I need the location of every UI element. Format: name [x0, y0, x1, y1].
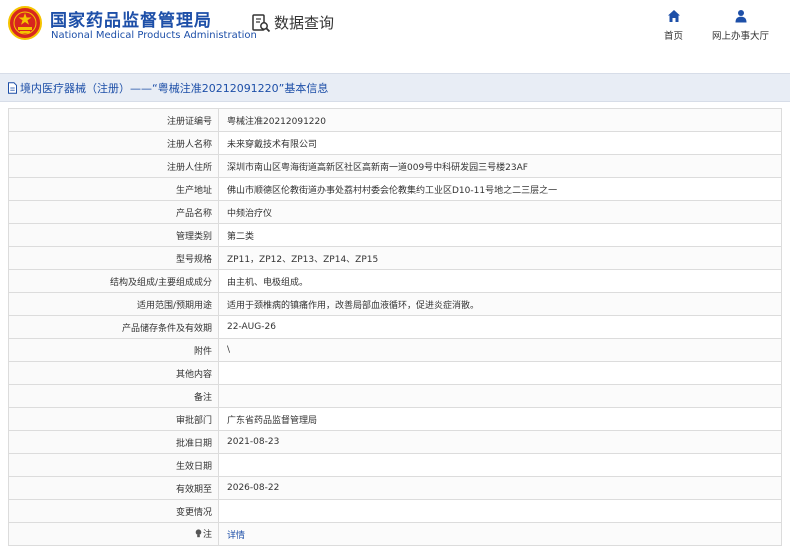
- row-value: 由主机、电极组成。: [218, 269, 782, 293]
- nav-online-service-hall-label: 网上办事大厅: [712, 31, 770, 42]
- row-label: 批准日期: [8, 430, 219, 454]
- row-label: 变更情况: [8, 499, 219, 523]
- row-value: 2026-08-22: [218, 476, 782, 500]
- details-link[interactable]: 详情: [227, 531, 245, 541]
- table-row: 注册人住所 深圳市南山区粤海街道高新区社区高新南一道009号中科研发园三号楼23A…: [8, 154, 782, 178]
- row-label: 附件: [8, 338, 219, 362]
- row-label: 注册人住所: [8, 154, 219, 178]
- table-row: 生效日期: [8, 453, 782, 477]
- table-row: 注册人名称 未来穿戴技术有限公司: [8, 131, 782, 155]
- row-label: 有效期至: [8, 476, 219, 500]
- row-value: 佛山市顺德区伦教街道办事处荔村村委会伦教集约工业区D10-11号地之二三层之一: [218, 177, 782, 201]
- row-value: 适用于颈椎病的镇痛作用，改善局部血液循环，促进炎症消散。: [218, 292, 782, 316]
- row-label: 产品名称: [8, 200, 219, 224]
- row-value: [218, 361, 782, 385]
- table-row: 变更情况: [8, 499, 782, 523]
- nav-home[interactable]: 首页: [664, 9, 683, 42]
- row-label: 生产地址: [8, 177, 219, 201]
- table-row: 生产地址 佛山市顺德区伦教街道办事处荔村村委会伦教集约工业区D10-11号地之二三…: [8, 177, 782, 201]
- table-row: 适用范围/预期用途 适用于颈椎病的镇痛作用，改善局部血液循环，促进炎症消散。: [8, 292, 782, 316]
- table-row: 审批部门 广东省药品监督管理局: [8, 407, 782, 431]
- row-label: 产品储存条件及有效期: [8, 315, 219, 339]
- site-name: 国家药品监督管理局: [50, 11, 212, 31]
- national-emblem-icon: [8, 6, 42, 40]
- table-row: 备注: [8, 384, 782, 408]
- note-label: 注: [202, 530, 212, 541]
- row-value: 中频治疗仪: [218, 200, 782, 224]
- data-query-label: 数据查询: [274, 14, 335, 32]
- row-value: 深圳市南山区粤海街道高新区社区高新南一道009号中科研发园三号楼23AF: [218, 154, 782, 178]
- table-row: 批准日期 2021-08-23: [8, 430, 782, 454]
- table-row: 管理类别 第二类: [8, 223, 782, 247]
- table-row: 产品名称 中频治疗仪: [8, 200, 782, 224]
- row-value: 未来穿戴技术有限公司: [218, 131, 782, 155]
- row-label: 注册人名称: [8, 131, 219, 155]
- row-value: 22-AUG-26: [218, 315, 782, 339]
- row-label: 注册证编号: [8, 108, 219, 132]
- table-row: 有效期至 2026-08-22: [8, 476, 782, 500]
- row-label: 其他内容: [8, 361, 219, 385]
- table-row: 附件 \: [8, 338, 782, 362]
- page-title-bar: 境内医疗器械（注册）——“粤械注准20212091220”基本信息: [0, 73, 790, 102]
- row-value: [218, 499, 782, 523]
- page-title: 境内医疗器械（注册）——“粤械注准20212091220”基本信息: [20, 81, 329, 95]
- row-label: 适用范围/预期用途: [8, 292, 219, 316]
- data-query-link[interactable]: 数据查询: [251, 12, 334, 33]
- row-value: 第二类: [218, 223, 782, 247]
- row-label: 生效日期: [8, 453, 219, 477]
- site-name-en: National Medical Products Administration: [51, 30, 257, 41]
- row-label: 备注: [8, 384, 219, 408]
- row-label: 审批部门: [8, 407, 219, 431]
- nav-online-service-hall[interactable]: 网上办事大厅: [712, 9, 769, 42]
- home-icon: [667, 10, 680, 22]
- table-row: 型号规格 ZP11，ZP12、ZP13、ZP14、ZP15: [8, 246, 782, 270]
- row-label: 管理类别: [8, 223, 219, 247]
- document-icon: [8, 81, 17, 94]
- table-row-note: 注 详情: [8, 522, 782, 546]
- row-label: 结构及组成/主要组成成分: [8, 269, 219, 293]
- table-row: 注册证编号 粤械注准20212091220: [8, 108, 782, 132]
- row-value: 粤械注准20212091220: [218, 108, 782, 132]
- table-row: 其他内容: [8, 361, 782, 385]
- row-value: ZP11，ZP12、ZP13、ZP14、ZP15: [218, 246, 782, 270]
- row-value: [218, 453, 782, 477]
- document-search-icon: [252, 13, 271, 32]
- lightbulb-icon: [195, 529, 202, 541]
- table-row: 结构及组成/主要组成成分 由主机、电极组成。: [8, 269, 782, 293]
- note-label-cell: 注: [8, 522, 219, 546]
- user-icon: [735, 10, 746, 23]
- nav-home-label: 首页: [664, 31, 684, 42]
- row-value: [218, 384, 782, 408]
- row-value: 2021-08-23: [218, 430, 782, 454]
- site-header: 国家药品监督管理局 National Medical Products Admi…: [0, 0, 790, 58]
- registration-info-table: 注册证编号 粤械注准20212091220 注册人名称 未来穿戴技术有限公司 注册人…: [8, 108, 782, 546]
- table-row: 产品储存条件及有效期 22-AUG-26: [8, 315, 782, 339]
- row-label: 型号规格: [8, 246, 219, 270]
- note-value-cell: 详情: [218, 522, 782, 546]
- row-value: \: [218, 338, 782, 362]
- row-value: 广东省药品监督管理局: [218, 407, 782, 431]
